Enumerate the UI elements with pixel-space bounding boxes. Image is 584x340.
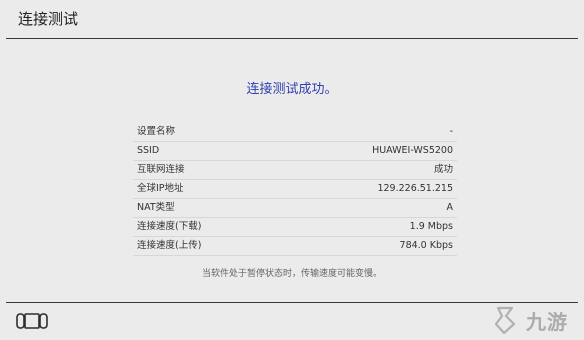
row-label: 设置名称 <box>137 126 176 137</box>
row-value: - <box>449 126 453 137</box>
table-row: 设置名称 - <box>133 123 457 142</box>
row-value: A <box>446 202 454 213</box>
row-value: 1.9 Mbps <box>409 221 453 232</box>
watermark-text: 九游 <box>526 310 568 334</box>
row-value: HUAWEI-WS5200 <box>372 145 453 156</box>
header: 连接测试 <box>0 0 584 38</box>
watermark-emblem-icon <box>494 306 516 335</box>
table-row: SSID HUAWEI-WS5200 <box>133 142 457 161</box>
row-value: 129.226.51.215 <box>377 183 453 194</box>
table-row: 全球IP地址 129.226.51.215 <box>133 180 457 199</box>
connection-info-table: 设置名称 - SSID HUAWEI-WS5200 互联网连接 成功 全球IP地… <box>133 123 457 256</box>
page-title: 连接测试 <box>18 10 79 28</box>
row-label: 全球IP地址 <box>137 183 184 194</box>
table-row: 连接速度(下载) 1.9 Mbps <box>133 218 457 237</box>
transfer-speed-note: 当软件处于暂停状态时，传输速度可能变慢。 <box>201 269 382 279</box>
console-icon <box>16 313 48 329</box>
row-label: 互联网连接 <box>137 164 185 175</box>
row-label: NAT类型 <box>137 202 175 213</box>
header-divider <box>6 38 578 39</box>
watermark-logo: 九游 <box>488 302 576 336</box>
table-row: 互联网连接 成功 <box>133 161 457 180</box>
row-label: 连接速度(下载) <box>137 221 202 232</box>
row-label: 连接速度(上传) <box>137 240 202 251</box>
table-row: NAT类型 A <box>133 199 457 218</box>
table-row: 连接速度(上传) 784.0 Kbps <box>133 237 457 256</box>
row-label: SSID <box>137 145 160 156</box>
success-message: 连接测试成功。 <box>246 82 338 97</box>
row-value: 784.0 Kbps <box>399 240 453 251</box>
row-value: 成功 <box>433 164 453 175</box>
